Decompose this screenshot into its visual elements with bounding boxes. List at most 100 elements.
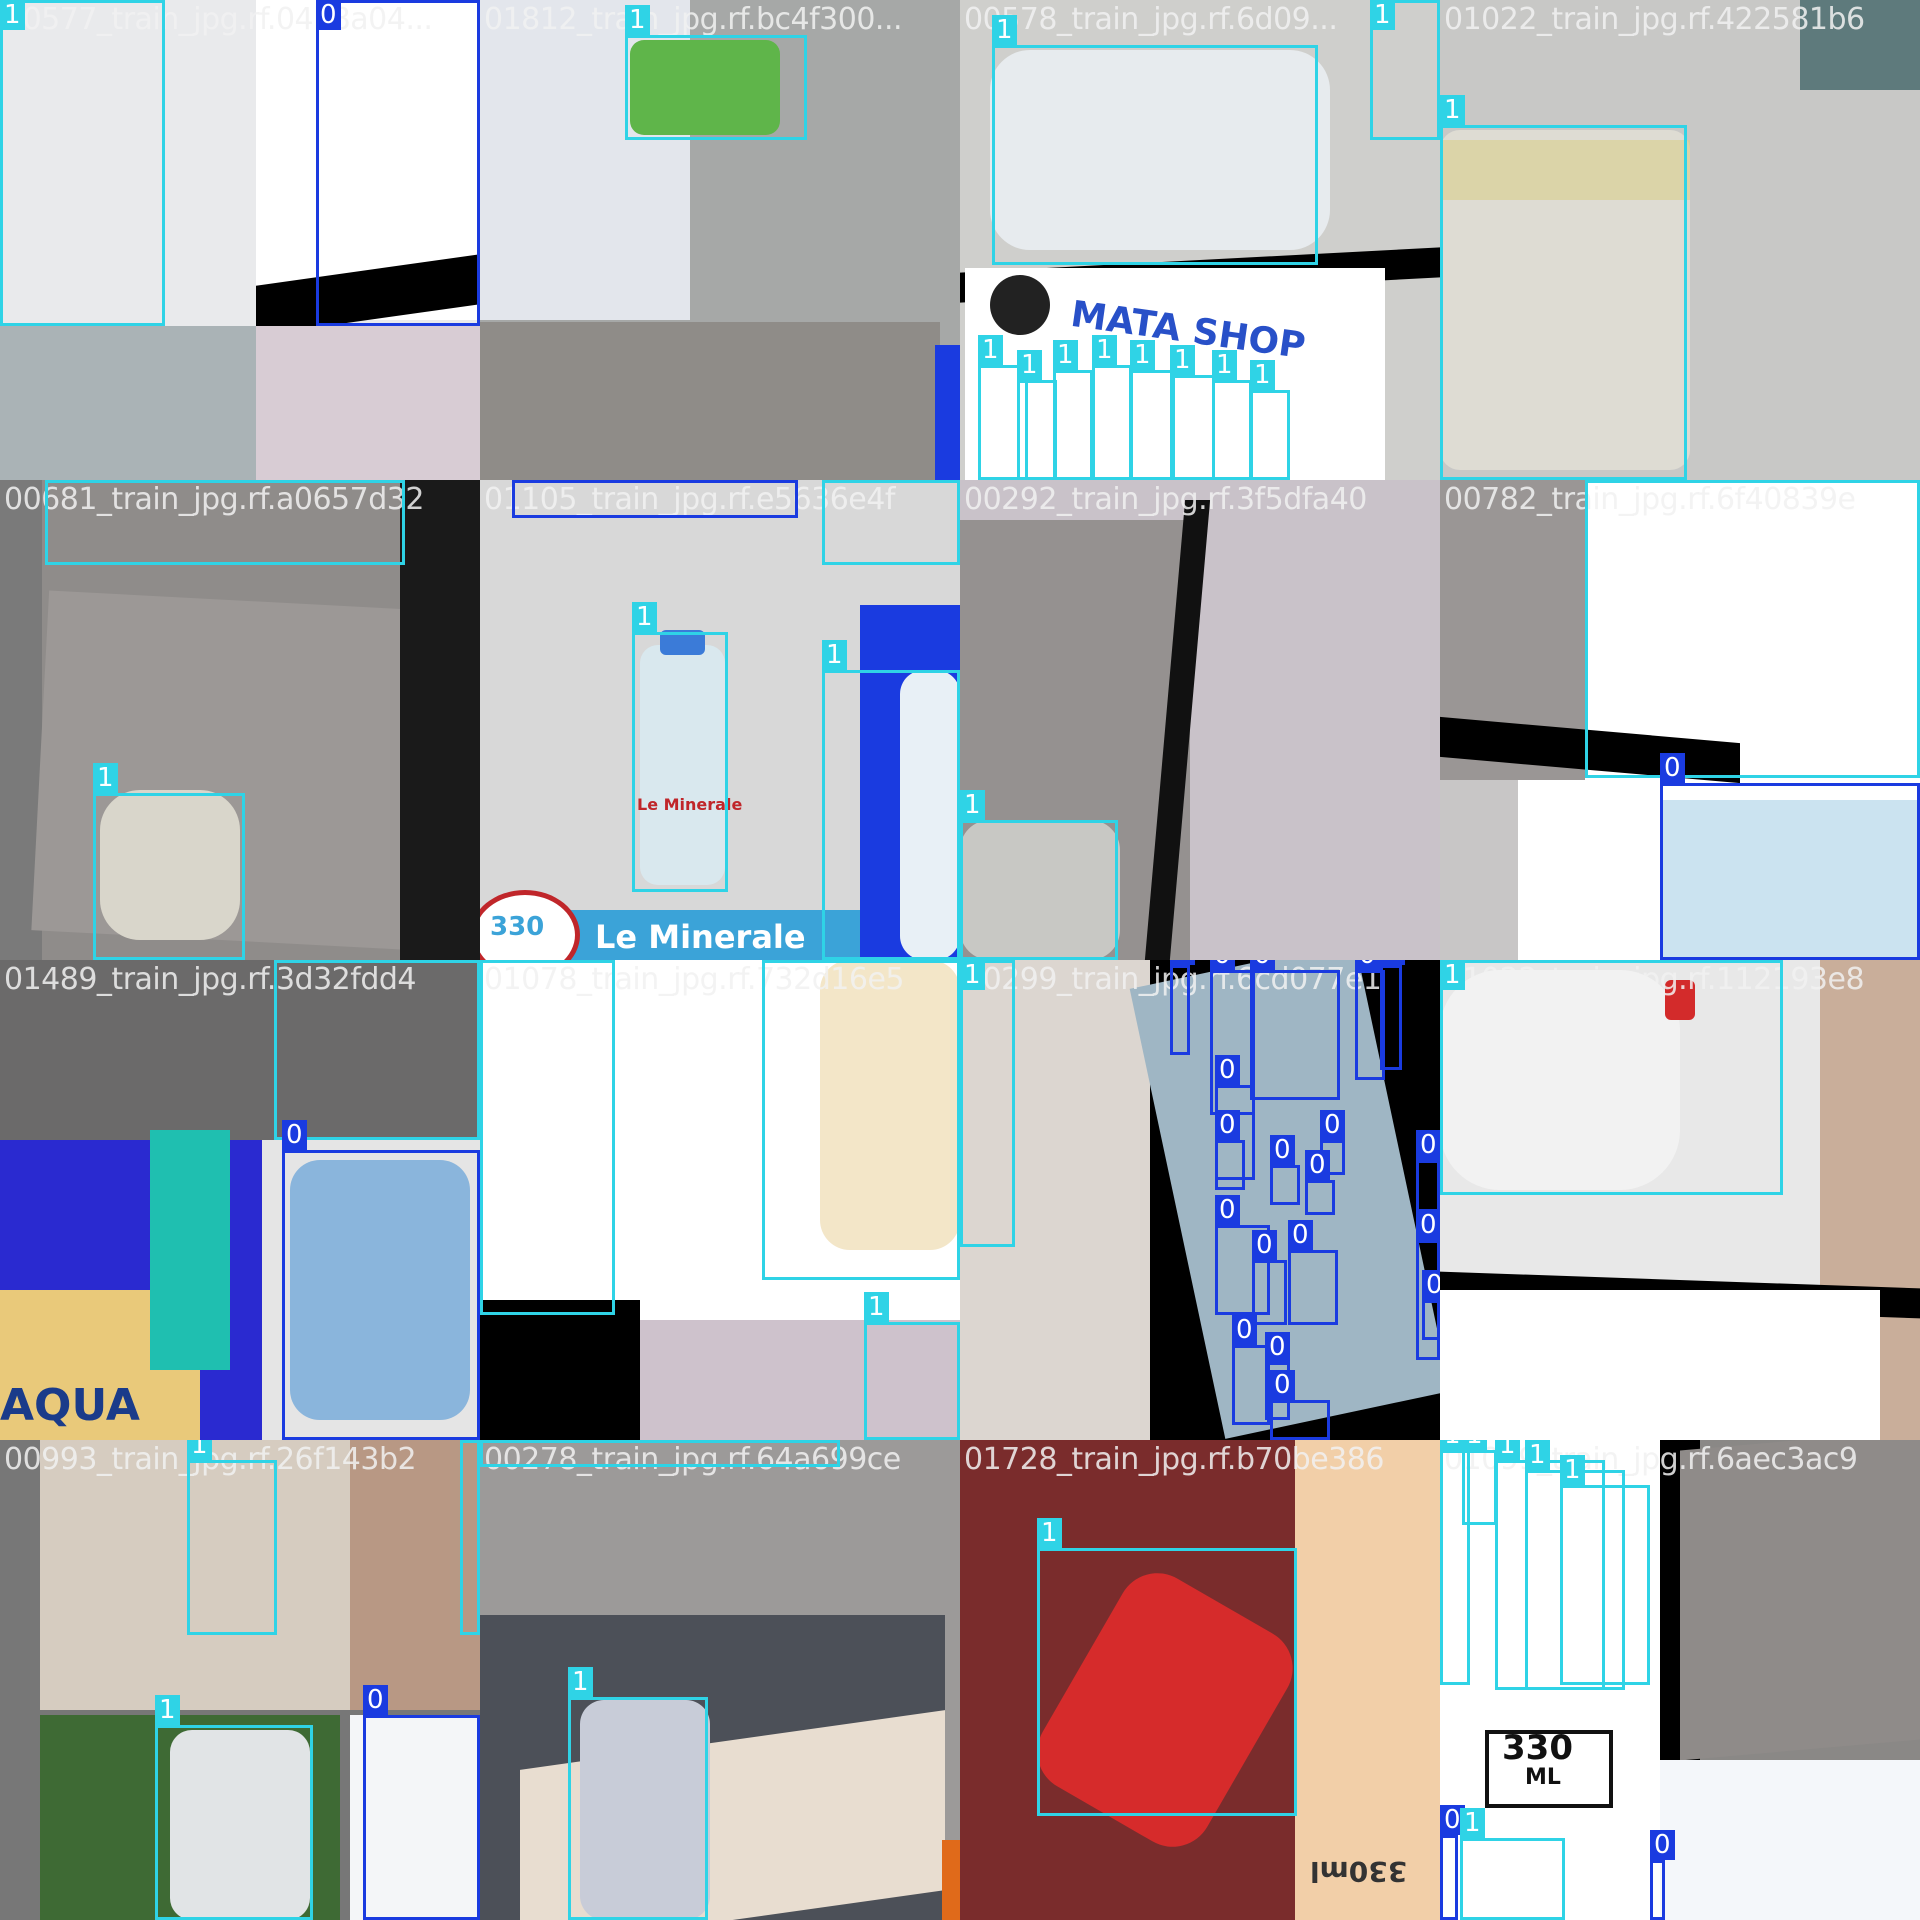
pink-wall <box>256 326 480 480</box>
detection-box: 1 <box>1170 345 1215 480</box>
detection-box: 0 <box>512 480 798 518</box>
detection-box: 1 <box>960 960 1015 1247</box>
class-label: 0 <box>1250 960 1275 970</box>
detection-box: 0 <box>1650 1830 1675 1920</box>
class-label: 1 <box>1170 345 1195 375</box>
banner-brand: Le Minerale <box>595 918 806 956</box>
mosaic-tile: 00577_train_jpg.rf.04b8a04... 1 0 <box>0 0 480 480</box>
class-label: 0 <box>1270 1370 1295 1400</box>
class-label: 1 <box>822 640 847 670</box>
detection-box: 0 <box>363 1685 480 1920</box>
class-label: 0 <box>1380 960 1405 965</box>
mosaic-tile: 01078_train_jpg.rf.732d16e5 1 1 1 <box>480 960 960 1440</box>
class-label: 1 <box>625 5 650 35</box>
mosaic-tile: 00782_train_jpg.rf.6f40839e 1 0 <box>1440 480 1920 960</box>
class-label: 1 <box>187 1440 212 1460</box>
class-label: 1 <box>632 602 657 632</box>
detection-box: 0 <box>1252 1230 1287 1325</box>
mosaic-tile: AQUA 01489_train_jpg.rf.3d32fdd4 1 0 <box>0 960 480 1440</box>
mosaic-tile: 330 ML 01099_train_jpg.rf.6aec3ac9 1 1 1… <box>1440 1440 1920 1920</box>
beige-panel <box>1295 1440 1440 1920</box>
class-label: 0 <box>282 1120 307 1150</box>
class-label: 0 <box>316 0 341 30</box>
orange-edge <box>942 1840 960 1920</box>
detection-box: 1 <box>1250 360 1290 480</box>
class-label: 1 <box>1440 960 1465 990</box>
class-label: 0 <box>1288 1220 1313 1250</box>
class-label: 0 <box>1660 753 1685 783</box>
class-label: 0 <box>1170 960 1195 965</box>
class-label: 1 <box>960 790 985 820</box>
detection-box: 0 <box>1660 753 1920 960</box>
class-label: 1 <box>1250 360 1275 390</box>
detection-box: 0 <box>1270 1135 1300 1205</box>
mosaic-tile: 00299_train_jpg.rf.6cd077e1 1 0 0 0 0 0 … <box>960 960 1440 1440</box>
detection-box: 1 <box>864 1292 960 1440</box>
detection-box: 1 <box>1053 340 1093 480</box>
ml-sign-unit: ML <box>1525 1765 1561 1790</box>
detection-box: 1 <box>480 960 615 1315</box>
class-label: 0 <box>1305 1150 1330 1180</box>
grey-carpet <box>480 322 940 480</box>
detection-box: 1 <box>1440 960 1783 1195</box>
shop-logo-emblem <box>990 275 1050 335</box>
grey-floor <box>0 326 256 480</box>
detection-box: 1 <box>480 1440 840 1467</box>
detection-box: 1 <box>568 1667 708 1920</box>
class-label: 1 <box>568 1667 593 1697</box>
class-label: 1 <box>155 1695 180 1725</box>
class-label: 1 <box>1092 335 1117 365</box>
grey-wall <box>1440 780 1518 960</box>
class-label: 0 <box>1355 960 1380 970</box>
class-label: 0 <box>1215 1195 1240 1225</box>
blue-edge <box>935 345 960 480</box>
white-surface <box>1660 1760 1920 1920</box>
detection-box: 1 <box>93 763 245 960</box>
detection-box: 1 <box>1462 1440 1497 1525</box>
class-label: 0 <box>1215 1055 1240 1085</box>
class-label: 1 <box>1440 1440 1465 1450</box>
class-label: 1 <box>1440 95 1465 125</box>
detection-box: 0 <box>1288 1220 1338 1325</box>
detection-box: 1 <box>1092 335 1132 480</box>
mosaic-tile: 01022_train_jpg.rf.422581b6 1 <box>1440 0 1920 480</box>
ml-sign-number: 330 <box>1502 1728 1573 1768</box>
mosaic-tile: 01812_train_jpg.rf.bc4f300... 1 <box>480 0 960 480</box>
tile-filename: 01812_train_jpg.rf.bc4f300... <box>484 2 903 37</box>
ml-badge-text: 330 <box>490 912 545 942</box>
detection-box: 1 <box>0 0 165 326</box>
class-label: 1 <box>1212 350 1237 380</box>
class-label: 1 <box>1053 340 1078 370</box>
class-label: 1 <box>1560 1455 1585 1485</box>
detection-box: 0 <box>282 1120 480 1440</box>
detection-box: 1 <box>1370 0 1440 140</box>
detection-box: 0 <box>1440 1805 1465 1920</box>
class-label: 1 <box>1130 340 1155 370</box>
class-label: 0 <box>1416 1210 1440 1240</box>
detection-box: 0 <box>1215 1110 1245 1190</box>
teal-panel <box>150 1130 230 1370</box>
class-label: 0 <box>1252 1230 1277 1260</box>
class-label: 1 <box>960 960 985 990</box>
black-border <box>480 1300 640 1440</box>
detection-box: 1 <box>460 1440 480 1635</box>
black-border <box>400 480 480 960</box>
grey-carpet <box>1680 1440 1920 1761</box>
detection-box: 0 <box>1305 1150 1335 1215</box>
detection-box: 1 <box>625 5 807 140</box>
class-label: 0 <box>1416 1130 1440 1160</box>
detection-box: 1 <box>822 640 960 960</box>
class-label: 1 <box>978 335 1003 365</box>
mosaic-tile: MATA SHOP 00578_train_jpg.rf.6d09... 1 1… <box>960 0 1440 480</box>
detection-mosaic: 00577_train_jpg.rf.04b8a04... 1 0 01812_… <box>0 0 1920 1920</box>
mosaic-tile: 00292_train_jpg.rf.3f5dfa40 1 <box>960 480 1440 960</box>
detection-box: 1 <box>762 960 960 1280</box>
class-label: 1 <box>1017 350 1042 380</box>
class-label: 1 <box>1037 1518 1062 1548</box>
detection-box: 1 <box>1585 480 1920 778</box>
mirrored-volume-text: 330ml <box>1310 1855 1408 1888</box>
detection-box: 1 <box>992 15 1318 265</box>
class-label: 0 <box>1215 1110 1240 1140</box>
tile-filename: 00292_train_jpg.rf.3f5dfa40 <box>964 482 1367 517</box>
class-label: 1 <box>992 15 1017 45</box>
